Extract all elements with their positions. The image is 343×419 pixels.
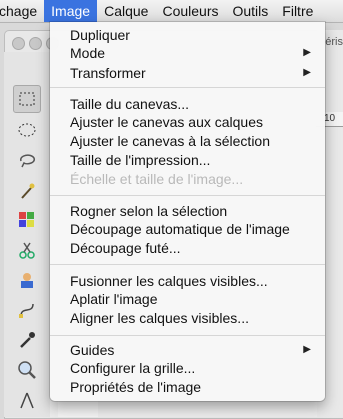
scissors-select-tool-icon[interactable] — [13, 236, 41, 264]
menu-item-mode[interactable]: Mode — [70, 44, 105, 62]
menu-item-rogner-selection[interactable]: Rogner selon la sélection — [70, 202, 227, 220]
submenu-arrow-icon: ▶ — [303, 47, 311, 58]
menu-separator — [50, 195, 325, 196]
ellipse-select-tool-icon[interactable] — [13, 116, 41, 144]
menu-separator — [50, 335, 325, 336]
fuzzy-select-tool-icon[interactable] — [13, 176, 41, 204]
menu-item-configurer-grille[interactable]: Configurer la grille... — [70, 359, 195, 377]
menu-filtres[interactable]: Filtre — [275, 0, 320, 22]
menu-item-decoupage-fute[interactable]: Découpage futé... — [70, 239, 181, 257]
menu-item-echelle-taille-image: Échelle et taille de l'image... — [70, 171, 244, 187]
menu-item-taille-impression[interactable]: Taille de l'impression... — [70, 151, 210, 169]
panel-peek-text: éris — [325, 36, 343, 48]
menu-image[interactable]: Image — [44, 0, 98, 22]
toolbox — [4, 52, 50, 417]
window-close-button[interactable] — [12, 37, 25, 50]
menu-item-aplatir-image[interactable]: Aplatir l'image — [70, 290, 158, 308]
image-menu-dropdown: Dupliquer Mode ▶ Transformer ▶ Taille du… — [50, 22, 325, 401]
menu-item-aligner-calques[interactable]: Aligner les calques visibles... — [70, 309, 249, 327]
rect-select-tool-icon[interactable] — [13, 85, 41, 113]
zoom-tool-icon[interactable] — [13, 356, 41, 384]
menu-item-ajuster-canevas-selection[interactable]: Ajuster le canevas à la sélection — [70, 132, 270, 150]
menu-item-transformer[interactable]: Transformer — [70, 64, 146, 82]
vertical-ruler — [58, 400, 98, 417]
select-by-color-tool-icon[interactable] — [13, 206, 41, 234]
menu-item-proprietes-image[interactable]: Propriétés de l'image — [70, 378, 201, 396]
measure-tool-icon[interactable] — [13, 386, 41, 414]
menu-item-guides[interactable]: Guides — [70, 341, 114, 359]
submenu-arrow-icon: ▶ — [303, 344, 311, 355]
menu-item-dupliquer[interactable]: Dupliquer — [70, 26, 130, 44]
menu-affichage[interactable]: chage — [0, 0, 44, 22]
menu-outils[interactable]: Outils — [225, 0, 275, 22]
menu-item-ajuster-canevas-calques[interactable]: Ajuster le canevas aux calques — [70, 113, 263, 131]
menu-couleurs[interactable]: Couleurs — [155, 0, 225, 22]
menu-item-taille-canevas[interactable]: Taille du canevas... — [70, 95, 189, 113]
menu-item-fusionner-calques[interactable]: Fusionner les calques visibles... — [70, 272, 268, 290]
menu-separator — [50, 87, 325, 88]
paths-tool-icon[interactable] — [13, 296, 41, 324]
menu-calque[interactable]: Calque — [97, 0, 155, 22]
menu-separator — [50, 264, 325, 265]
menu-item-decoupage-automatique[interactable]: Découpage automatique de l'image — [70, 220, 290, 238]
foreground-select-tool-icon[interactable] — [13, 266, 41, 294]
ruler-tick-label: 10 — [324, 113, 336, 124]
menu-bar: chage Image Calque Couleurs Outils Filtr… — [0, 0, 343, 23]
submenu-arrow-icon: ▶ — [303, 67, 311, 78]
window-minimize-button[interactable] — [29, 37, 42, 50]
color-picker-tool-icon[interactable] — [13, 326, 41, 354]
lasso-tool-icon[interactable] — [13, 146, 41, 174]
